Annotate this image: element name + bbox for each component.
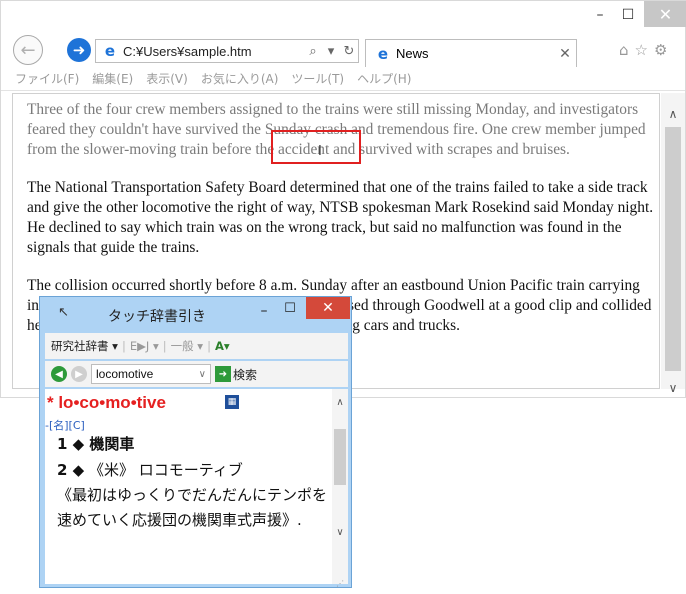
menu-bar: ファイル(F) 編集(E) 表示(V) お気に入り(A) ツール(T) ヘルプ(…: [1, 67, 685, 91]
menu-favorites[interactable]: お気に入り(A): [201, 70, 279, 87]
minimize-button[interactable]: –: [587, 5, 613, 25]
navigation-bar: ← ➜ e C:¥Users¥sample.htm ⌕ ▾ ↻ e News ✕…: [1, 33, 685, 67]
maximize-button[interactable]: ☐: [615, 5, 641, 25]
dictionary-title-bar[interactable]: ↖ タッチ辞書引き – ☐ ✕: [40, 297, 351, 329]
book-icon[interactable]: ▦: [225, 395, 239, 409]
history-back-icon[interactable]: ◀: [51, 366, 67, 382]
headword: * lo•co•mo•tive: [47, 393, 166, 412]
text-cursor-icon: I: [318, 144, 322, 159]
dropdown-icon[interactable]: ▾: [322, 44, 340, 59]
match-select[interactable]: 一般 ▾: [171, 338, 203, 354]
article-paragraph-2: The National Transportation Safety Board…: [27, 179, 654, 256]
menu-view[interactable]: 表示(V): [146, 70, 188, 87]
search-button[interactable]: 検索: [233, 366, 257, 383]
search-history-dropdown-icon[interactable]: ∨: [199, 369, 210, 380]
ie-tab-icon: e: [377, 44, 389, 63]
forward-button[interactable]: ➜: [67, 38, 91, 62]
scroll-down-arrow-icon[interactable]: ∨: [661, 377, 685, 399]
favorites-star-icon[interactable]: ☆: [635, 41, 648, 59]
history-forward-icon[interactable]: ▶: [71, 366, 87, 382]
tab-title: News: [396, 46, 429, 61]
dict-scroll-thumb[interactable]: [334, 429, 346, 485]
dictionary-select[interactable]: 研究社辞書 ▾: [51, 338, 118, 354]
menu-tools[interactable]: ツール(T): [291, 70, 344, 87]
home-icon[interactable]: ⌂: [619, 41, 629, 59]
address-bar[interactable]: e C:¥Users¥sample.htm ⌕ ▾ ↻: [95, 39, 359, 63]
dictionary-scrollbar[interactable]: ∧ ∨: [332, 389, 348, 584]
dictionary-toolbar: 研究社辞書 ▾ | E▶J ▾ | 一般 ▾ | A▾: [45, 333, 348, 359]
dictionary-entry: * lo•co•mo•tive ▦ -[名][C] 1 ◆ 機関車 2 ◆ 《米…: [45, 389, 348, 584]
pointer-app-icon: ↖: [58, 305, 69, 320]
sense-1: 1 ◆ 機関車: [57, 435, 135, 453]
tab-close-icon[interactable]: ✕: [554, 46, 576, 62]
dictionary-search-row: ◀ ▶ locomotive ∨ ➜ 検索: [45, 361, 348, 387]
dictionary-maximize-button[interactable]: ☐: [282, 301, 298, 316]
dictionary-search-input[interactable]: locomotive ∨: [91, 364, 211, 384]
resize-grip-icon[interactable]: ⋰: [336, 579, 344, 588]
title-bar: – ☐ ✕: [1, 1, 686, 31]
scroll-thumb[interactable]: [665, 127, 681, 371]
menu-file[interactable]: ファイル(F): [15, 70, 79, 87]
menu-edit[interactable]: 編集(E): [92, 70, 133, 87]
menu-help[interactable]: ヘルプ(H): [357, 70, 411, 87]
definition-text: 《最初はゆっくりでだんだんにテンポを速めていく応援団の機関車式声援》.: [57, 486, 328, 529]
dictionary-close-button[interactable]: ✕: [306, 297, 350, 319]
direction-select[interactable]: E▶J ▾: [130, 339, 159, 353]
search-go-icon[interactable]: ➜: [215, 366, 231, 382]
forward-arrow-icon: ➜: [72, 41, 86, 59]
close-button[interactable]: ✕: [644, 1, 686, 27]
toolbar-icons: ⌂ ☆ ⚙: [619, 41, 667, 59]
back-arrow-icon: ←: [20, 39, 36, 61]
sense-2: 2 ◆ 《米》 ロコモーティブ: [57, 461, 243, 479]
dictionary-title: タッチ辞書引き: [108, 309, 206, 325]
dictionary-minimize-button[interactable]: –: [256, 303, 272, 319]
dict-scroll-down-icon[interactable]: ∨: [332, 527, 348, 538]
scroll-up-arrow-icon[interactable]: ∧: [661, 103, 685, 125]
settings-gear-icon[interactable]: ⚙: [654, 41, 667, 59]
search-icon[interactable]: ⌕: [304, 44, 322, 59]
tab-news[interactable]: e News ✕: [365, 39, 577, 67]
format-icon[interactable]: A▾: [215, 339, 230, 353]
article-paragraph-1: Three of the four crew members assigned …: [27, 101, 646, 158]
ie-page-icon: e: [104, 42, 116, 60]
back-button[interactable]: ←: [13, 35, 43, 65]
page-scrollbar[interactable]: ∧ ∨: [661, 93, 685, 395]
refresh-icon[interactable]: ↻: [340, 44, 358, 59]
dictionary-popup: ↖ タッチ辞書引き – ☐ ✕ 研究社辞書 ▾ | E▶J ▾ | 一般 ▾ |…: [39, 296, 352, 588]
dict-scroll-up-icon[interactable]: ∧: [332, 397, 348, 408]
address-text[interactable]: C:¥Users¥sample.htm: [123, 44, 304, 59]
part-of-speech: -[名][C]: [45, 419, 85, 432]
